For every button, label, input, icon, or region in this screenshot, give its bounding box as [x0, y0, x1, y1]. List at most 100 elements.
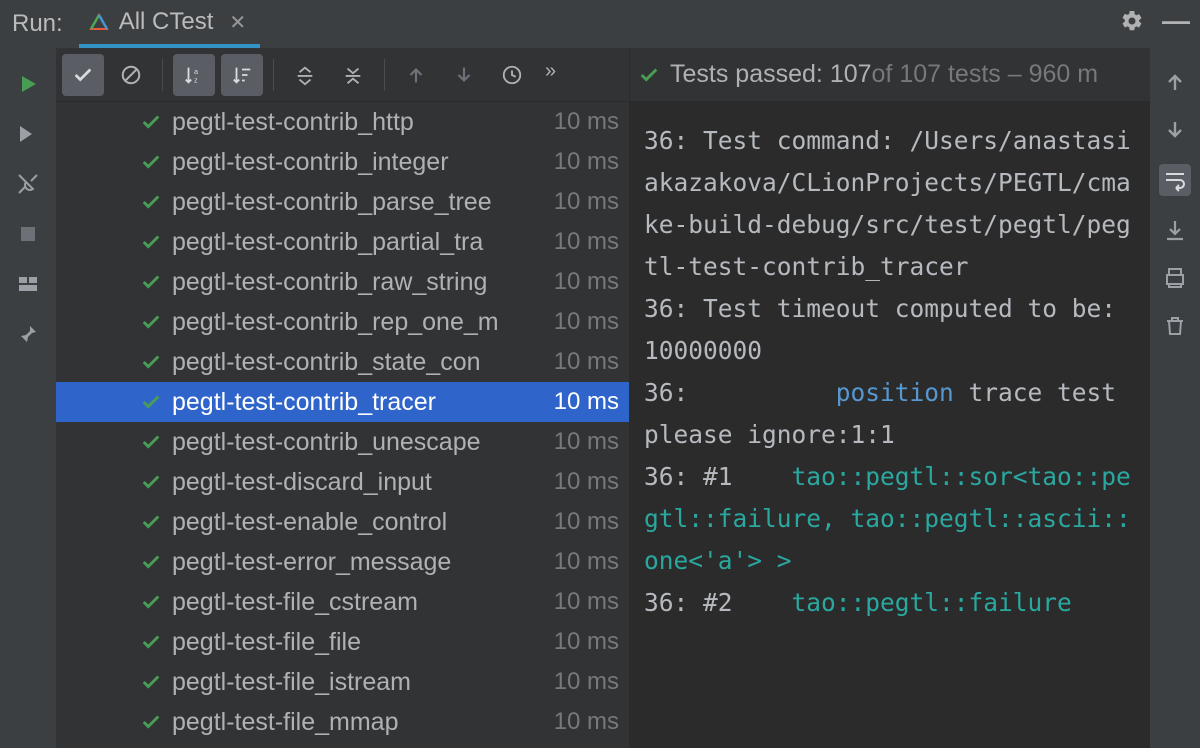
pin-icon[interactable]	[14, 320, 42, 348]
check-icon	[140, 471, 162, 493]
test-duration: 10 ms	[554, 148, 619, 176]
scroll-up-icon[interactable]	[1161, 68, 1189, 96]
run-label: Run:	[12, 10, 63, 38]
check-icon	[140, 231, 162, 253]
right-gutter	[1150, 48, 1200, 748]
test-row[interactable]: pegtl-test-error_message 10 ms	[56, 542, 629, 582]
check-icon	[140, 151, 162, 173]
test-name: pegtl-test-file_file	[172, 628, 546, 657]
status-count: 107	[830, 60, 872, 89]
test-row[interactable]: pegtl-test-contrib_rep_one_m 10 ms	[56, 302, 629, 342]
test-row[interactable]: pegtl-test-contrib_state_con 10 ms	[56, 342, 629, 382]
check-icon	[140, 431, 162, 453]
check-icon	[140, 351, 162, 373]
test-duration: 10 ms	[554, 428, 619, 456]
test-row[interactable]: pegtl-test-contrib_tracer 10 ms	[56, 382, 629, 422]
tests-status: Tests passed: 107 of 107 tests – 960 m	[630, 48, 1150, 102]
test-row[interactable]: pegtl-test-file_istream 10 ms	[56, 662, 629, 702]
rerun-failed-icon[interactable]	[14, 120, 42, 148]
test-row[interactable]: pegtl-test-contrib_parse_tree10 ms	[56, 182, 629, 222]
test-name: pegtl-test-contrib_rep_one_m	[172, 308, 546, 337]
test-duration: 10 ms	[554, 508, 619, 536]
test-name: pegtl-test-contrib_integer	[172, 148, 546, 177]
toggle-auto-test-icon[interactable]	[14, 170, 42, 198]
test-row[interactable]: pegtl-test-file_file 10 ms	[56, 622, 629, 662]
check-icon	[140, 671, 162, 693]
close-icon[interactable]: ✕	[229, 10, 246, 35]
test-duration: 10 ms	[554, 388, 619, 416]
test-duration: 10 ms	[554, 628, 619, 656]
test-name: pegtl-test-contrib_http	[172, 108, 546, 137]
ctest-icon	[89, 12, 109, 32]
print-icon[interactable]	[1161, 264, 1189, 292]
test-duration: 10 ms	[554, 468, 619, 496]
check-icon	[140, 311, 162, 333]
test-name: pegtl-test-contrib_state_con	[172, 348, 546, 377]
test-history-icon[interactable]	[491, 54, 533, 96]
test-row[interactable]: pegtl-test-discard_input 10 ms	[56, 462, 629, 502]
test-name: pegtl-test-file_istream	[172, 668, 546, 697]
scroll-down-icon[interactable]	[1161, 116, 1189, 144]
test-duration: 10 ms	[554, 708, 619, 736]
test-row[interactable]: pegtl-test-file_cstream 10 ms	[56, 582, 629, 622]
test-name: pegtl-test-error_message	[172, 548, 546, 577]
test-duration: 10 ms	[554, 588, 619, 616]
sort-alpha-toggle[interactable]: az	[173, 54, 215, 96]
tests-toolbar: az »	[56, 48, 629, 102]
test-row[interactable]: pegtl-test-contrib_unescape 10 ms	[56, 422, 629, 462]
tab-all-ctest[interactable]: All CTest ✕	[79, 0, 260, 48]
test-row[interactable]: pegtl-test-enable_control10 ms	[56, 502, 629, 542]
show-ignored-toggle[interactable]	[110, 54, 152, 96]
status-rest: of 107 tests – 960 m	[872, 60, 1099, 89]
check-icon	[140, 711, 162, 733]
test-name: pegtl-test-file_cstream	[172, 588, 546, 617]
status-prefix: Tests passed:	[670, 60, 823, 89]
check-icon	[140, 391, 162, 413]
clear-icon[interactable]	[1161, 312, 1189, 340]
test-row[interactable]: pegtl-test-contrib_http10 ms	[56, 102, 629, 142]
test-row[interactable]: pegtl-test-contrib_integer 10 ms	[56, 142, 629, 182]
scroll-to-end-icon[interactable]	[1161, 216, 1189, 244]
check-icon	[638, 64, 660, 86]
test-row[interactable]: pegtl-test-contrib_partial_tra 10 ms	[56, 222, 629, 262]
test-name: pegtl-test-contrib_unescape	[172, 428, 546, 457]
soft-wrap-icon[interactable]	[1159, 164, 1191, 196]
stop-icon[interactable]	[14, 220, 42, 248]
check-icon	[140, 591, 162, 613]
sort-duration-toggle[interactable]	[221, 54, 263, 96]
left-gutter	[0, 48, 56, 748]
test-duration: 10 ms	[554, 228, 619, 256]
check-icon	[140, 271, 162, 293]
test-duration: 10 ms	[554, 668, 619, 696]
test-name: pegtl-test-contrib_partial_tra	[172, 228, 546, 257]
title-bar: Run: All CTest ✕ —	[0, 0, 1200, 48]
test-name: pegtl-test-contrib_raw_string	[172, 268, 546, 297]
next-failed-icon[interactable]	[443, 54, 485, 96]
test-row[interactable]: pegtl-test-file_mmap 10 ms	[56, 702, 629, 742]
check-icon	[140, 511, 162, 533]
gear-icon[interactable]	[1120, 9, 1144, 40]
console-output[interactable]: 36: Test command: /Users/anastasiakazako…	[630, 102, 1150, 748]
test-duration: 10 ms	[554, 348, 619, 376]
test-duration: 10 ms	[554, 548, 619, 576]
tab-label: All CTest	[119, 8, 214, 36]
test-duration: 10 ms	[554, 268, 619, 296]
minimize-icon[interactable]: —	[1162, 5, 1190, 43]
test-name: pegtl-test-discard_input	[172, 468, 546, 497]
layout-icon[interactable]	[14, 270, 42, 298]
test-duration: 10 ms	[554, 188, 619, 216]
test-duration: 10 ms	[554, 308, 619, 336]
tests-panel: az » pegtl-test-contrib_http10 mspegtl-t…	[56, 48, 630, 748]
run-icon[interactable]	[14, 70, 42, 98]
prev-failed-icon[interactable]	[395, 54, 437, 96]
collapse-all-icon[interactable]	[332, 54, 374, 96]
test-row[interactable]: pegtl-test-contrib_raw_string 10 ms	[56, 262, 629, 302]
test-name: pegtl-test-file_mmap	[172, 708, 546, 737]
output-panel: Tests passed: 107 of 107 tests – 960 m 3…	[630, 48, 1200, 748]
more-icon[interactable]: »	[539, 60, 562, 89]
expand-all-icon[interactable]	[284, 54, 326, 96]
check-icon	[140, 551, 162, 573]
test-list[interactable]: pegtl-test-contrib_http10 mspegtl-test-c…	[56, 102, 629, 748]
show-passed-toggle[interactable]	[62, 54, 104, 96]
test-name: pegtl-test-contrib_tracer	[172, 388, 546, 417]
